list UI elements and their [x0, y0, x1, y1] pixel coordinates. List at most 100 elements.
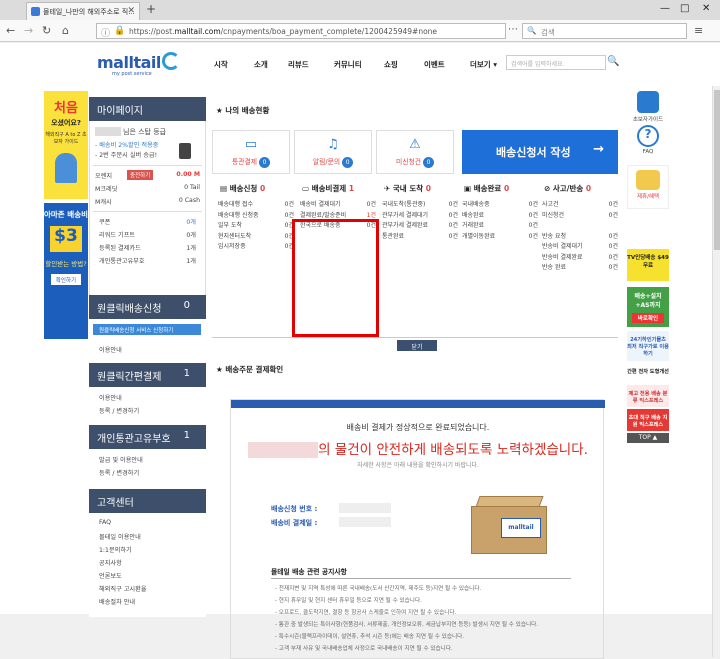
card-icon: ▭ [244, 137, 258, 152]
status-row[interactable]: 국내배송중 0건 [462, 199, 542, 210]
coupon-label[interactable]: 쿠폰 [99, 217, 110, 226]
beginner-guide-link[interactable]: 초보자가이드 [627, 91, 669, 123]
status-col-title[interactable]: ▣ 배송완료 0 [462, 183, 542, 194]
reload-icon[interactable]: ↻ [42, 24, 51, 37]
cs-header[interactable]: 고객센터 [89, 489, 206, 513]
gift-label[interactable]: 리워드 기프트 [99, 230, 135, 239]
status-row[interactable]: 개별이동완료 0건 [462, 231, 542, 242]
status-col-title[interactable]: ✈ 국내 도착 0 [382, 183, 462, 194]
amazon-shipping-banner[interactable]: 아마존 배송비 $3 할인받는 방법? 확인하기 [44, 203, 88, 339]
status-col-title[interactable]: ▤ 배송신청 0 [218, 183, 298, 194]
cs-link-notice[interactable]: 공지사항 [99, 558, 122, 567]
status-row[interactable]: 거래완료 0건 [462, 220, 542, 231]
banner-confirm-button[interactable]: 확인하기 [51, 274, 81, 285]
beginner-guide-banner[interactable]: 처음 오셨어요? 해외직구 A to Z 초보자 가이드 [44, 91, 88, 199]
popular-mall-banner[interactable]: 24기하인기몰츠 최저 직구가로 이용하기 [627, 331, 669, 361]
site-logo[interactable]: malltail [97, 53, 161, 72]
status-col-title[interactable]: ⊘ 사고/반송 0 [542, 183, 622, 194]
character-icon [55, 153, 77, 183]
oneclick-apply-button[interactable]: 원클릭배송신청 서비스 신청하기 [93, 324, 201, 335]
status-row[interactable]: 현지센터도착 0건 [218, 231, 298, 242]
page-scrollbar[interactable] [712, 86, 720, 657]
oneclick-pay-register-link[interactable]: 등록 / 변경하기 [99, 406, 139, 415]
express-banner-1[interactable]: 제고 전용 배송 분류 익스프레스 [627, 385, 669, 407]
status-row[interactable]: 통관완료 0건 [382, 231, 462, 242]
mypage-header[interactable]: 마이페이지 [89, 97, 206, 121]
status-row[interactable]: 미신청건 0건 [542, 210, 622, 221]
status-row[interactable]: 배송대행 신청중 0건 [218, 210, 298, 221]
close-status-button[interactable]: 닫기 [397, 340, 437, 351]
alerts-card[interactable]: ♫ 알림/문의 0 [294, 130, 372, 174]
status-row[interactable]: 임시저장중 0건 [218, 241, 298, 252]
cs-link-process[interactable]: 배송절차 안내 [99, 597, 135, 606]
nav-item-more[interactable]: 더보기 ▾ [470, 59, 497, 70]
status-row[interactable]: 국내도착(통관중) 0건 [382, 199, 462, 210]
customs-header[interactable]: 개인통관고유부호 1 [89, 425, 206, 449]
status-row[interactable]: 배송비 결제대기 0건 [300, 199, 380, 210]
status-col-title[interactable]: ▭ 배송비결제 1 [300, 183, 380, 194]
oneclick-pay-header[interactable]: 원클릭간편결제 1 [89, 363, 206, 387]
home-icon[interactable]: ⌂ [62, 24, 69, 37]
customs-guide-link[interactable]: 발급 및 이용안내 [99, 455, 143, 464]
banner-subtitle: 할인받는 방법? [45, 260, 87, 268]
status-row[interactable]: 사고건 0건 [542, 199, 622, 210]
new-tab-button[interactable]: + [146, 2, 156, 16]
customs-title: 개인통관고유부호 [97, 434, 171, 445]
status-row[interactable]: 반송 요청 0건 [542, 231, 622, 242]
menu-icon[interactable]: ≡ [694, 24, 703, 37]
charge-button[interactable]: 충전하기 [127, 170, 154, 180]
site-search-input[interactable]: 검색어를 입력하세요. [506, 55, 606, 70]
status-row[interactable]: 반송비 결제완료 0건 [542, 252, 622, 263]
cs-link-press[interactable]: 언론보도 [99, 571, 122, 580]
card-label[interactable]: 등록된 결제카드 [99, 243, 141, 252]
scrollbar-thumb[interactable] [714, 90, 720, 250]
site-search-icon[interactable]: 🔍 [607, 56, 619, 67]
cs-link-faq[interactable]: FAQ [99, 519, 111, 526]
info-icon[interactable]: ⓘ [101, 26, 110, 38]
maximize-button[interactable]: □ [680, 3, 689, 14]
nav-item-shopping[interactable]: 쇼핑 [384, 59, 398, 70]
browser-tab[interactable]: 몰테일_나만의 해외주소로 직... ✕ [26, 2, 140, 20]
status-row[interactable]: 일부 도착 0건 [218, 220, 298, 231]
forward-icon[interactable]: → [24, 24, 33, 37]
oneclick-pay-guide-link[interactable]: 이용안내 [99, 393, 122, 402]
cs-link-exchange[interactable]: 해외직구 고시환율 [99, 584, 147, 593]
top-button[interactable]: TOP ▲ [627, 433, 669, 443]
nav-item-about[interactable]: 소개 [254, 59, 268, 70]
customs-id-label[interactable]: 개인통관고유부호 [99, 256, 145, 265]
event-link[interactable]: 제휴/혜택 [627, 165, 669, 209]
status-row[interactable]: 반송 완료 0건 [542, 262, 622, 273]
unapplied-card[interactable]: ⚠ 미신청건 0 [376, 130, 454, 174]
apply-shipping-button[interactable]: 배송신청서 작성 → [462, 130, 618, 174]
nav-item-start[interactable]: 시작 [214, 59, 228, 70]
faq-link[interactable]: ? FAQ [627, 125, 669, 155]
status-col-title-text: 배송비결제 [311, 184, 347, 193]
install-banner[interactable]: 배송+설치 +AS까지 바로확인 [627, 287, 669, 327]
status-row[interactable]: 배송대행 접수 0건 [218, 199, 298, 210]
oneclick-header[interactable]: 원클릭배송신청 0 [89, 295, 206, 319]
close-window-button[interactable]: ✕ [702, 3, 710, 14]
tv-shipping-banner[interactable]: TV인당배송 $49 무료 [627, 249, 669, 281]
minimize-button[interactable]: — [660, 3, 670, 14]
oneclick-guide-link[interactable]: 이용안내 [99, 345, 122, 354]
url-bar[interactable]: ⓘ 🔒 https://post.malltail.com/cnpayments… [96, 23, 506, 39]
nav-item-event[interactable]: 이벤트 [424, 59, 445, 70]
electric-banner[interactable]: 간편 전자 도형개선 [627, 363, 669, 383]
cs-link-inquiry[interactable]: 1:1문의하기 [99, 545, 132, 554]
close-tab-icon[interactable]: ✕ [127, 6, 135, 16]
back-icon[interactable]: ← [6, 24, 15, 37]
install-banner-button[interactable]: 바로확인 [632, 313, 664, 323]
status-row[interactable]: 반송비 결제대기 0건 [542, 241, 622, 252]
browser-search-input[interactable]: 🔍 검색 [522, 23, 687, 39]
status-row[interactable]: 배송완료 0건 [462, 210, 542, 221]
customs-register-link[interactable]: 등록 / 변경하기 [99, 468, 139, 477]
express-banner-2[interactable]: 초대 직구 배송 지원 익스프레스 [627, 409, 669, 431]
nav-item-community[interactable]: 커뮤니티 [334, 59, 362, 70]
cs-link-guide[interactable]: 몰테일 이용안내 [99, 532, 141, 541]
oneclick-pay-title: 원클릭간편결제 [97, 372, 162, 383]
status-row[interactable]: 관부가세 결제대기 0건 [382, 210, 462, 221]
customs-payment-card[interactable]: ▭ 통관결제 0 [212, 130, 290, 174]
status-row[interactable]: 관부가세 결제완료 0건 [382, 220, 462, 231]
nav-item-review[interactable]: 리뷰드 [288, 59, 309, 70]
reader-icon[interactable]: ⋯ [508, 24, 518, 35]
